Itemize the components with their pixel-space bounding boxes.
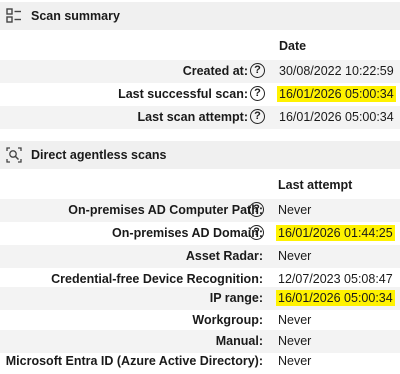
row-value-highlighted: 16/01/2026 01:44:25 [276,225,395,241]
table-row: Asset Radar: Never [0,245,400,268]
row-label: On-premises AD Computer Path: [68,203,263,217]
agentless-scans-header: Direct agentless scans [0,141,400,169]
row-label: Manual: [215,334,263,348]
table-row: On-premises AD Domain: ? 16/01/2026 01:4… [0,222,400,245]
table-row: Last scan attempt: ? 16/01/2026 05:00:34 [0,106,400,129]
table-row: Last successful scan: ? 16/01/2026 05:00… [0,83,400,106]
help-icon[interactable]: ? [249,202,264,217]
table-row: IP range: 16/01/2026 05:00:34 [0,287,400,310]
row-label: Credential-free Device Recognition: [51,272,263,286]
row-value-highlighted: 16/01/2026 05:00:34 [277,86,396,102]
row-value-highlighted: 16/01/2026 05:00:34 [276,290,395,306]
help-icon[interactable]: ? [250,109,265,124]
row-value: Never [278,203,312,217]
row-label: Created at: [182,64,248,78]
help-icon[interactable]: ? [249,225,264,240]
row-label: Asset Radar: [185,249,263,263]
scan-summary-header: Scan summary [0,2,400,30]
row-label: On-premises AD Domain: [112,226,263,240]
table-row: Created at: ? 30/08/2022 10:22:59 [0,60,400,83]
row-value: Never [278,334,312,348]
table-row: Workgroup: Never [0,309,400,332]
row-label: IP range: [209,291,263,305]
row-value: Never [278,249,312,263]
row-label: Last successful scan: [118,87,248,101]
agentless-scans-title: Direct agentless scans [31,148,167,162]
row-value: 12/07/2023 05:08:47 [278,272,393,286]
scan-summary-icon [6,8,21,23]
date-column-header: Date [279,39,307,53]
table-row: On-premises AD Computer Path: ? Never [0,199,400,222]
row-value: 16/01/2026 05:00:34 [279,110,394,124]
scan-magnifier-icon [6,147,22,163]
table-row: Microsoft Entra ID (Azure Active Directo… [0,350,400,373]
row-value: 30/08/2022 10:22:59 [279,64,394,78]
row-label: Last scan attempt: [137,110,248,124]
row-label: Workgroup: [192,313,263,327]
row-value: Never [278,313,312,327]
row-value: Never [278,354,312,368]
row-label: Microsoft Entra ID (Azure Active Directo… [5,354,263,368]
scan-summary-title: Scan summary [31,9,120,23]
help-icon[interactable]: ? [250,86,265,101]
help-icon[interactable]: ? [250,63,265,78]
last-attempt-column-header: Last attempt [278,178,353,192]
